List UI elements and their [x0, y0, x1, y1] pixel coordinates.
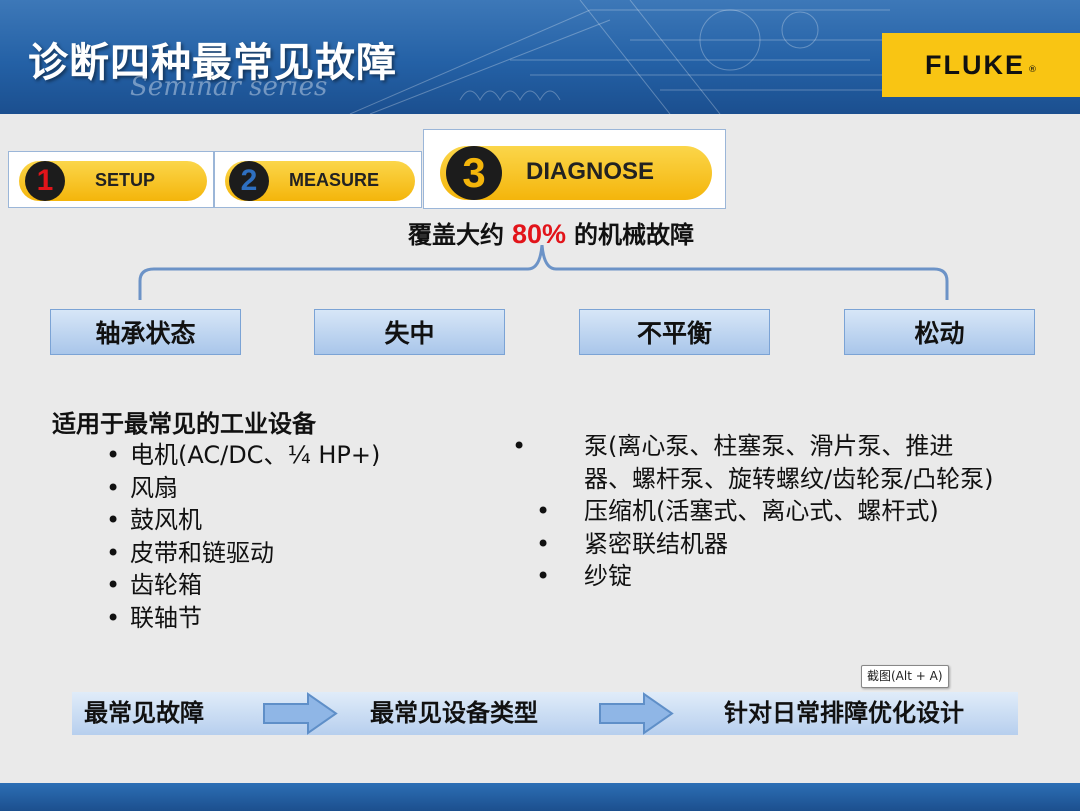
blueprint-background-art — [349, 0, 890, 114]
list-item: 齿轮箱 — [106, 569, 380, 602]
screenshot-tooltip: 截图(Alt + A) — [861, 665, 949, 688]
arrow-right-icon — [599, 692, 674, 735]
category-imbalance: 不平衡 — [579, 309, 770, 355]
equipment-list-left: 适用于最常见的工业设备 电机(AC/DC、¼ HP+) 风扇 鼓风机 皮带和链驱… — [52, 404, 380, 634]
list-item: 纱锭 — [536, 560, 1000, 593]
list-item-text: 压缩机(活塞式、离心式、螺杆式) — [584, 497, 939, 525]
seminar-subtitle: Seminar series — [130, 72, 328, 102]
list-item: 压缩机(活塞式、离心式、螺杆式) — [536, 495, 1000, 528]
step-label: DIAGNOSE — [526, 158, 655, 185]
footer-bar — [0, 783, 1080, 811]
step-label: MEASURE — [289, 170, 380, 190]
list-item: 电机(AC/DC、¼ HP+) — [106, 439, 380, 472]
step-number-badge: 2 — [229, 161, 269, 201]
list-item: 鼓风机 — [106, 504, 380, 537]
list-item: 皮带和链驱动 — [106, 537, 380, 570]
category-brace — [138, 245, 949, 300]
list-item-text: 泵(离心泵、柱塞泵、滑片泵、推进器、螺杆泵、旋转螺纹/齿轮泵/凸轮泵) — [584, 432, 994, 493]
flow-step-design: 针对日常排障优化设计 — [724, 699, 964, 727]
step-number-badge: 1 — [25, 161, 65, 201]
step-setup: 1 SETUP — [8, 151, 214, 208]
equipment-list-right: 泵(离心泵、柱塞泵、滑片泵、推进器、螺杆泵、旋转螺纹/齿轮泵/凸轮泵) 压缩机(… — [536, 430, 1000, 593]
list-item: 泵(离心泵、柱塞泵、滑片泵、推进器、螺杆泵、旋转螺纹/齿轮泵/凸轮泵) — [560, 430, 1000, 495]
list-item-text: 紧密联结机器 — [584, 529, 728, 558]
step-number: 2 — [240, 164, 258, 197]
logo-text: FLUKE — [925, 49, 1025, 80]
list-item: 联轴节 — [106, 602, 380, 635]
flow-step-equipment: 最常见设备类型 — [370, 699, 538, 727]
equipment-list-heading: 适用于最常见的工业设备 — [52, 410, 316, 438]
list-item-text: 纱锭 — [584, 562, 632, 590]
logo-registered-mark: ® — [1028, 65, 1037, 75]
category-bearing: 轴承状态 — [50, 309, 241, 355]
step-measure: 2 MEASURE — [214, 151, 422, 208]
category-misalignment: 失中 — [314, 309, 505, 355]
step-number: 3 — [462, 149, 486, 196]
arrow-right-icon — [263, 692, 338, 735]
category-looseness: 松动 — [844, 309, 1035, 355]
step-number-badge: 3 — [446, 146, 502, 200]
fluke-logo: FLUKE ® — [882, 33, 1080, 97]
flow-bar: 最常见故障 最常见设备类型 针对日常排障优化设计 — [72, 692, 1018, 735]
list-item: 紧密联结机器 — [536, 528, 1000, 561]
step-diagnose: 3 DIAGNOSE — [423, 129, 726, 209]
list-item: 风扇 — [106, 472, 380, 505]
step-label: SETUP — [95, 170, 156, 190]
step-number: 1 — [36, 164, 54, 197]
flow-step-faults: 最常见故障 — [84, 699, 204, 727]
